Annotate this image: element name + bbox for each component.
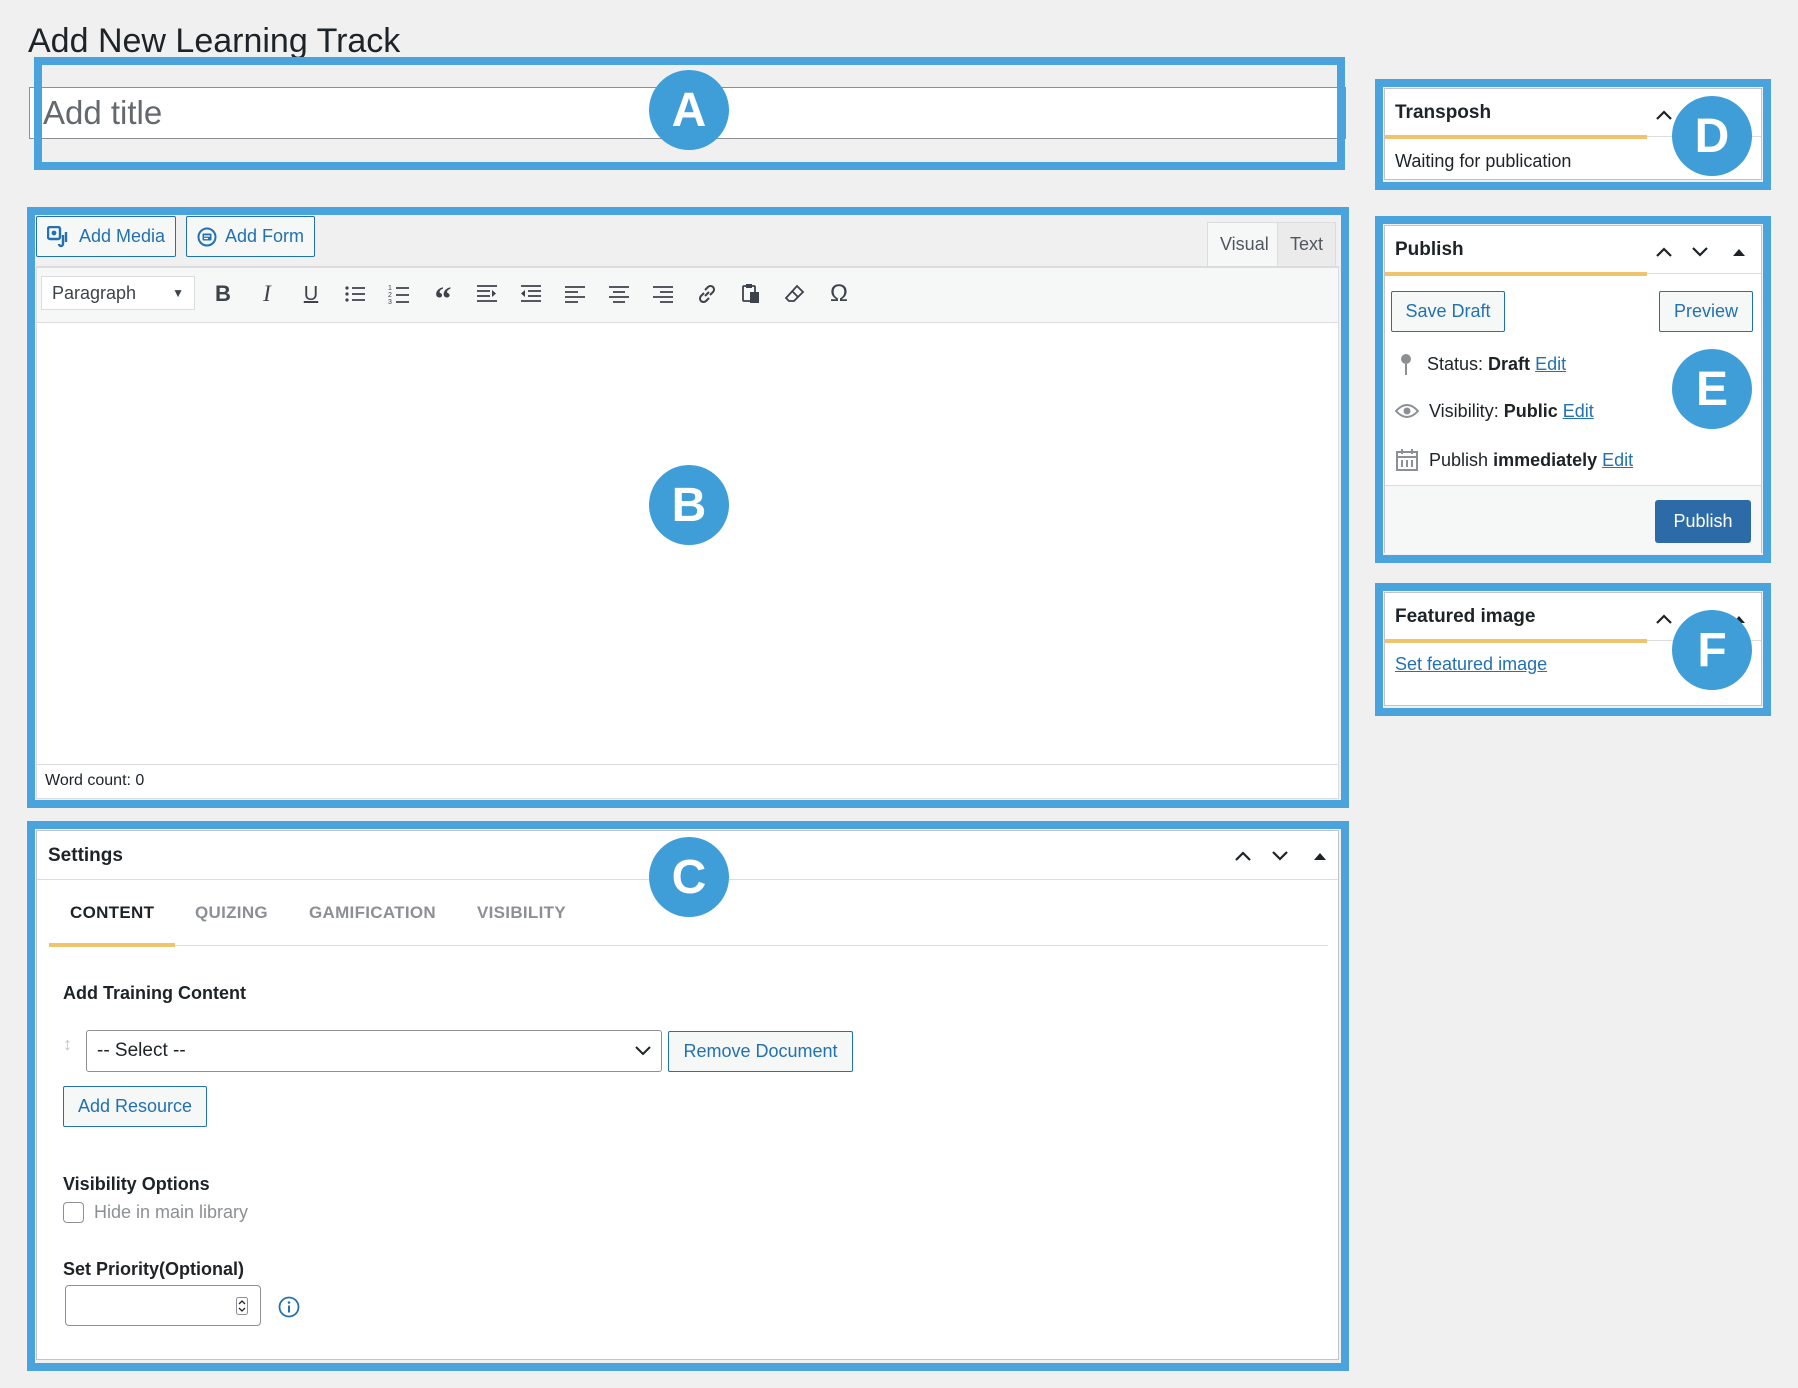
link-icon[interactable]	[691, 278, 723, 310]
add-form-label: Add Form	[225, 226, 305, 246]
visibility-options-label: Visibility Options	[63, 1174, 210, 1194]
header-accent	[1385, 135, 1647, 139]
pin-icon	[1401, 354, 1411, 375]
bullet-list-icon[interactable]	[339, 278, 371, 310]
format-select-value: Paragraph	[52, 282, 137, 303]
hide-library-option: Hide in main library	[63, 1202, 248, 1223]
spinner-icon[interactable]	[236, 1297, 248, 1315]
format-select[interactable]: Paragraph ▼	[41, 276, 195, 310]
featured-image-title: Featured image	[1395, 606, 1536, 627]
badge-f: F	[1672, 610, 1752, 690]
info-icon[interactable]	[278, 1296, 300, 1318]
save-draft-button[interactable]: Save Draft	[1391, 291, 1505, 332]
badge-d: D	[1672, 96, 1752, 176]
media-icon	[47, 225, 68, 247]
remove-document-button[interactable]: Remove Document	[668, 1031, 853, 1072]
edit-status-link[interactable]: Edit	[1535, 354, 1566, 374]
tabs-divider	[49, 945, 1328, 946]
status-value: Draft	[1488, 353, 1531, 374]
badge-a: A	[649, 70, 729, 150]
publish-time-value: immediately	[1493, 449, 1598, 470]
tab-visual[interactable]: Visual	[1207, 222, 1282, 266]
hide-library-label: Hide in main library	[94, 1202, 249, 1222]
eye-icon	[1395, 404, 1419, 418]
visibility-row: Visibility: Public Edit	[1395, 400, 1594, 422]
chevron-down-icon	[635, 1046, 651, 1056]
publish-button[interactable]: Publish	[1655, 500, 1751, 543]
move-down-icon[interactable]	[1687, 239, 1713, 265]
publish-time-label: Publish	[1429, 449, 1489, 470]
align-center-icon[interactable]	[603, 278, 635, 310]
special-character-icon[interactable]: Ω	[823, 278, 855, 310]
edit-visibility-link[interactable]: Edit	[1563, 401, 1594, 421]
move-up-icon[interactable]	[1230, 843, 1256, 869]
eraser-icon[interactable]	[779, 278, 811, 310]
hide-library-checkbox[interactable]	[63, 1202, 84, 1223]
edit-publish-time-link[interactable]: Edit	[1602, 450, 1633, 470]
align-right-icon[interactable]	[647, 278, 679, 310]
status-row: Status: Draft Edit	[1395, 352, 1566, 376]
visibility-label: Visibility:	[1429, 400, 1499, 421]
add-form-button[interactable]: Add Form	[186, 216, 316, 257]
tab-content[interactable]: CONTENT	[70, 903, 154, 923]
badge-e: E	[1672, 349, 1752, 429]
drag-handle-icon[interactable]: ↕	[63, 1034, 72, 1055]
caret-down-icon: ▼	[172, 286, 184, 300]
priority-label: Set Priority(Optional)	[63, 1259, 245, 1279]
publish-title: Publish	[1395, 239, 1464, 260]
indent-icon[interactable]	[471, 278, 503, 310]
form-icon	[197, 227, 217, 246]
publish-actions: Publish	[1385, 485, 1761, 554]
transposh-status: Waiting for publication	[1395, 151, 1572, 171]
outdent-icon[interactable]	[515, 278, 547, 310]
align-left-icon[interactable]	[559, 278, 591, 310]
preview-button[interactable]: Preview	[1659, 291, 1753, 332]
tab-gamification[interactable]: GAMIFICATION	[309, 903, 436, 923]
settings-title: Settings	[48, 845, 123, 866]
add-media-label: Add Media	[79, 226, 166, 246]
move-up-icon[interactable]	[1651, 239, 1677, 265]
collapse-toggle-icon[interactable]	[1307, 843, 1333, 869]
tab-visibility[interactable]: VISIBILITY	[477, 903, 566, 923]
training-content-select-value: -- Select --	[97, 1040, 186, 1061]
svg-text:1: 1	[388, 285, 392, 292]
editor-toolbar: Paragraph ▼ B I U 123 “ Ω	[37, 267, 1338, 323]
publish-header: Publish	[1385, 226, 1761, 276]
bold-icon[interactable]: B	[207, 278, 239, 310]
set-featured-image-link[interactable]: Set featured image	[1395, 654, 1547, 675]
italic-icon[interactable]: I	[251, 278, 283, 310]
svg-text:2: 2	[388, 292, 392, 299]
add-resource-button[interactable]: Add Resource	[63, 1086, 207, 1127]
move-down-icon[interactable]	[1267, 843, 1293, 869]
add-media-button[interactable]: Add Media	[36, 216, 177, 257]
add-training-label: Add Training Content	[63, 983, 246, 1003]
numbered-list-icon[interactable]: 123	[383, 278, 415, 310]
status-label: Status:	[1427, 353, 1484, 374]
tab-text[interactable]: Text	[1277, 222, 1337, 266]
publish-time-row: Publish immediately Edit	[1395, 448, 1633, 472]
header-accent	[1385, 272, 1647, 276]
priority-number-input[interactable]	[65, 1285, 261, 1326]
active-tab-indicator	[49, 943, 175, 947]
badge-c: C	[649, 837, 729, 917]
visibility-value: Public	[1503, 400, 1558, 421]
transposh-title: Transposh	[1395, 102, 1492, 123]
header-accent	[1385, 639, 1647, 643]
badge-b: B	[649, 465, 729, 545]
tab-quizing[interactable]: QUIZING	[195, 903, 268, 923]
paste-icon[interactable]	[735, 278, 767, 310]
calendar-icon	[1396, 449, 1418, 471]
collapse-toggle-icon[interactable]	[1726, 239, 1752, 265]
word-count: Word count: 0	[37, 764, 1338, 798]
underline-icon[interactable]: U	[295, 278, 327, 310]
training-content-select[interactable]: -- Select --	[86, 1030, 662, 1072]
svg-text:3: 3	[388, 299, 392, 305]
page-title: Add New Learning Track	[28, 22, 401, 60]
blockquote-icon[interactable]: “	[427, 278, 459, 317]
move-up-icon[interactable]	[1651, 606, 1677, 632]
